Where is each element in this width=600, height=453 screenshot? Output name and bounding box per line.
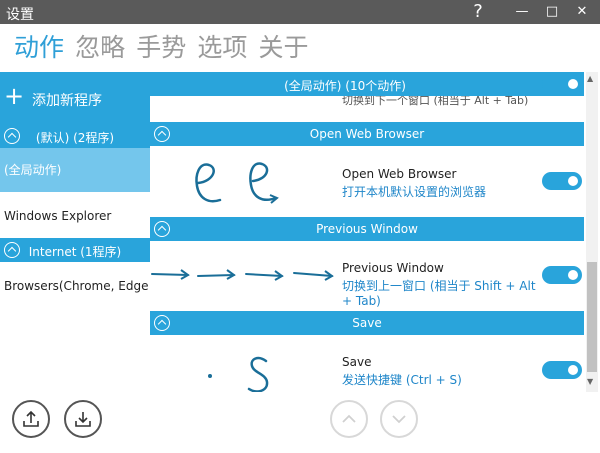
title-bar: 设置 ? — □ ✕	[0, 0, 600, 24]
chevron-down-icon	[392, 415, 406, 424]
move-down-button[interactable]	[380, 400, 418, 438]
gesture-right-arrows-icon	[151, 269, 334, 281]
group-header-internet[interactable]: Internet (1程序)	[0, 238, 150, 262]
program-item-browsers[interactable]: Browsers(Chrome, Edge	[0, 268, 150, 304]
scrollbar[interactable]: ▲ ▼	[586, 72, 598, 392]
group-header-default[interactable]: (默认) (2程序)	[0, 124, 150, 148]
scroll-thumb[interactable]	[587, 262, 597, 372]
action-toggle-previous-window[interactable]	[542, 266, 582, 284]
action-toggle-open-web-browser[interactable]	[542, 172, 582, 190]
action-list: (全局动作) (10个动作) 切换到下一个窗口 (相当于 Alt + Tab) …	[150, 72, 584, 392]
global-actions-label: (全局动作) (10个动作)	[284, 79, 406, 93]
add-program-label: 添加新程序	[32, 93, 102, 109]
global-actions-header: (全局动作) (10个动作)	[150, 72, 584, 96]
action-toggle-save[interactable]	[542, 361, 582, 379]
section-label: Previous Window	[316, 222, 418, 236]
gesture-dot-s-icon	[208, 356, 269, 392]
bottom-toolbar	[0, 392, 600, 453]
main-nav: 动作 忽略 手势 选项 关于	[14, 30, 314, 70]
tab-ignore[interactable]: 忽略	[75, 30, 125, 66]
program-item-global[interactable]: (全局动作)	[0, 148, 150, 192]
global-toggle[interactable]	[542, 75, 582, 93]
tab-gestures[interactable]: 手势	[136, 30, 186, 66]
scroll-up-icon[interactable]: ▲	[587, 74, 593, 83]
section-label: Save	[352, 316, 382, 330]
section-header-previous-window[interactable]: Previous Window	[150, 217, 584, 241]
window-title: 设置	[6, 7, 34, 23]
section-header-save[interactable]: Save	[150, 311, 584, 335]
section-label: Open Web Browser	[309, 127, 425, 141]
maximize-icon[interactable]: □	[536, 0, 568, 24]
tab-options[interactable]: 选项	[197, 30, 247, 66]
minimize-icon[interactable]: —	[506, 0, 538, 24]
export-button[interactable]	[12, 400, 50, 438]
upload-icon	[23, 410, 39, 427]
move-up-button[interactable]	[330, 400, 368, 438]
action-name: Previous Window	[342, 261, 444, 275]
import-button[interactable]	[64, 400, 102, 438]
gesture-ee-icon	[195, 162, 279, 204]
action-name: Open Web Browser	[342, 167, 457, 181]
tab-about[interactable]: 关于	[258, 30, 308, 66]
scroll-down-icon[interactable]: ▼	[587, 377, 593, 386]
action-name: Save	[342, 355, 372, 369]
action-desc: 切换到上一窗口 (相当于 Shift + Alt + Tab)	[342, 279, 536, 308]
close-icon[interactable]: ✕	[566, 0, 598, 24]
help-icon[interactable]: ?	[462, 0, 494, 24]
add-program-button[interactable]: + 添加新程序	[0, 72, 150, 124]
chevron-up-icon	[342, 414, 356, 423]
group-label: (默认) (2程序)	[35, 131, 115, 145]
program-list: + 添加新程序 (默认) (2程序) (全局动作) Windows Explor…	[0, 72, 150, 392]
section-header-open-web-browser[interactable]: Open Web Browser	[150, 122, 584, 146]
action-desc: 打开本机默认设置的浏览器	[342, 185, 487, 199]
tab-actions[interactable]: 动作	[14, 30, 64, 66]
plus-icon: +	[4, 82, 25, 110]
program-item-explorer[interactable]: Windows Explorer	[0, 196, 150, 236]
action-desc: 发送快捷键 (Ctrl + S)	[342, 373, 462, 387]
download-icon	[75, 412, 91, 427]
group-label: Internet (1程序)	[28, 245, 122, 259]
